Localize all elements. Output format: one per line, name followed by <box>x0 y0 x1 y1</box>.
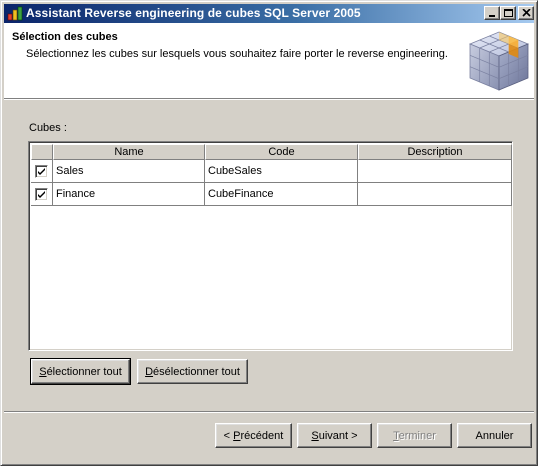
table-row[interactable]: Sales CubeSales <box>31 160 512 183</box>
wizard-header: Sélection des cubes Sélectionnez les cub… <box>4 23 534 98</box>
button-text: < <box>223 429 234 442</box>
accelerator-key: D <box>145 365 154 378</box>
powerdesigner-app-icon <box>7 6 23 21</box>
wizard-window: Assistant Reverse engineering de cubes S… <box>0 0 538 466</box>
code-cell[interactable]: CubeFinance <box>205 183 358 206</box>
column-header-description[interactable]: Description <box>358 144 512 160</box>
title-bar[interactable]: Assistant Reverse engineering de cubes S… <box>4 4 534 23</box>
button-text: uivant > <box>318 429 358 442</box>
back-button[interactable]: < Précédent <box>215 423 292 448</box>
deselect-all-button[interactable]: Désélectionner tout <box>137 359 248 384</box>
accelerator-key: S <box>39 365 47 378</box>
minimize-button[interactable] <box>484 6 500 20</box>
minimize-icon <box>489 15 495 17</box>
button-text: erminer <box>398 429 436 442</box>
header-divider <box>4 98 534 100</box>
cancel-button[interactable]: Annuler <box>457 423 532 448</box>
page-title: Sélection des cubes <box>12 31 118 43</box>
cubes-label: Cubes : <box>29 122 67 134</box>
checkmark-icon <box>38 168 45 175</box>
accelerator-key: P <box>233 429 241 442</box>
finish-button[interactable]: Terminer <box>377 423 452 448</box>
description-cell[interactable] <box>358 160 512 183</box>
checkmark-icon <box>38 191 45 198</box>
button-text: électionner tout <box>46 365 122 378</box>
window-title: Assistant Reverse engineering de cubes S… <box>26 6 361 20</box>
button-text: Annuler <box>475 429 514 442</box>
grid-header: Name Code Description <box>31 144 512 160</box>
select-all-button[interactable]: Sélectionner tout <box>30 358 131 385</box>
olap-cube-icon <box>466 28 532 94</box>
code-cell[interactable]: CubeSales <box>205 160 358 183</box>
footer-divider <box>4 411 534 413</box>
button-text: récédent <box>240 429 284 442</box>
name-cell[interactable]: Sales <box>53 160 205 183</box>
maximize-button[interactable] <box>500 6 516 20</box>
column-header-select[interactable] <box>31 144 53 160</box>
select-cell <box>31 160 53 183</box>
row-checkbox[interactable] <box>35 188 48 201</box>
button-text: ésélectionner tout <box>153 365 240 378</box>
page-subtitle: Sélectionnez les cubes sur lesquels vous… <box>26 48 448 60</box>
close-icon <box>522 9 531 17</box>
column-header-name[interactable]: Name <box>53 144 205 160</box>
row-checkbox[interactable] <box>35 165 48 178</box>
cubes-grid[interactable]: Name Code Description Sales CubeSales Fi… <box>28 141 513 351</box>
maximize-icon <box>504 9 513 17</box>
close-button[interactable] <box>518 6 534 20</box>
accelerator-key: S <box>311 429 319 442</box>
next-button[interactable]: Suivant > <box>297 423 372 448</box>
name-cell[interactable]: Finance <box>53 183 205 206</box>
description-cell[interactable] <box>358 183 512 206</box>
select-cell <box>31 183 53 206</box>
table-row[interactable]: Finance CubeFinance <box>31 183 512 206</box>
column-header-code[interactable]: Code <box>205 144 358 160</box>
